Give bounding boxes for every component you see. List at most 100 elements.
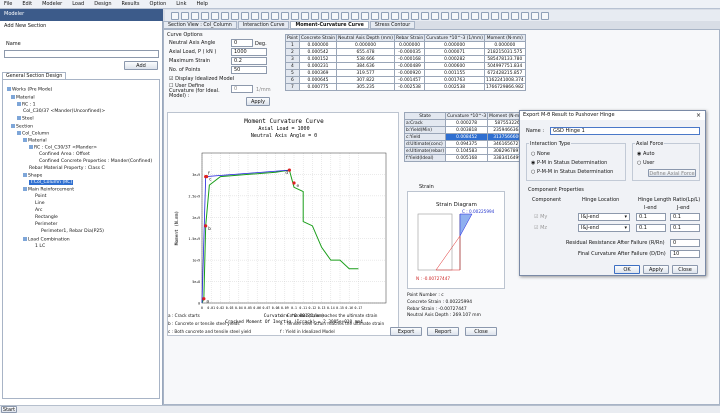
tree-item-selected[interactable]: T:Col_Column (RC) xyxy=(29,180,74,185)
tree-item[interactable]: Point xyxy=(35,194,46,199)
tree-item[interactable]: Col_C30/37 <Mander(Unconfined)> xyxy=(23,109,105,114)
toolbar-icon[interactable] xyxy=(501,11,509,20)
final-curvature-input[interactable]: 10 xyxy=(670,250,700,258)
menu-help[interactable]: Help xyxy=(196,1,207,7)
toolbar-icon[interactable] xyxy=(351,11,359,20)
toolbar-icon[interactable] xyxy=(361,11,369,20)
mz-hinge-select[interactable]: I&J-end ▾ xyxy=(578,224,630,232)
my-j-ratio[interactable]: 0.1 xyxy=(670,213,700,221)
points-row[interactable]: 3 0.000152 538.666 -0.000168 0.000282 5854781… xyxy=(285,55,526,63)
toolbar-icon[interactable] xyxy=(261,11,269,20)
user-define-input[interactable]: 0 xyxy=(231,85,253,93)
toolbar-icon[interactable] xyxy=(441,11,449,20)
toolbar-icon[interactable] xyxy=(431,11,439,20)
toolbar-icon[interactable] xyxy=(191,11,199,20)
my-hinge-select[interactable]: I&J-end ▾ xyxy=(578,213,630,221)
tree-item[interactable]: Rebar Material Property : Class C xyxy=(29,166,105,171)
toolbar-icon[interactable] xyxy=(211,11,219,20)
toolbar-icon[interactable] xyxy=(311,11,319,20)
toolbar-icon[interactable] xyxy=(331,11,339,20)
toolbar-icon[interactable] xyxy=(411,11,419,20)
axial-load-input[interactable]: 1000 xyxy=(231,48,267,56)
close-icon[interactable]: × xyxy=(696,112,701,119)
mz-checkbox[interactable]: ☑ Mz xyxy=(534,225,547,231)
tree-item[interactable]: Material xyxy=(11,95,35,101)
display-ideal-checkbox[interactable]: ☑ Display Idealized Model xyxy=(169,76,234,82)
menu-results[interactable]: Results xyxy=(121,1,139,7)
toolbar-icon[interactable] xyxy=(271,11,279,20)
toolbar-icon[interactable] xyxy=(531,11,539,20)
radio-pm[interactable]: ◉ P-M in Status Determination xyxy=(531,160,607,166)
state-row[interactable]: b:Yield(Min) 0.003818 2359466364 xyxy=(403,126,528,134)
tree-item[interactable]: Material xyxy=(23,138,47,144)
tree-item[interactable]: Arc xyxy=(35,208,42,213)
tree-item[interactable]: Perimeter1, Rebar Dia(P25) xyxy=(41,229,104,234)
toolbar-icon[interactable] xyxy=(481,11,489,20)
toolbar-icon[interactable] xyxy=(491,11,499,20)
my-checkbox[interactable]: ☑ My xyxy=(534,214,547,220)
toolbar-icon[interactable] xyxy=(321,11,329,20)
tree-item[interactable]: Confined Area : Offset xyxy=(39,152,90,157)
tree-item[interactable]: RC : Col_C30/37 <Mander> xyxy=(29,145,97,151)
toolbar-icon[interactable] xyxy=(341,11,349,20)
toolbar-icon[interactable] xyxy=(391,11,399,20)
toolbar-icon[interactable] xyxy=(291,11,299,20)
toolbar-icon[interactable] xyxy=(471,11,479,20)
start-button[interactable]: Start xyxy=(1,406,17,413)
menu-load[interactable]: Load xyxy=(72,1,84,7)
tree-item[interactable]: RC : 1 xyxy=(17,102,36,108)
state-row[interactable]: d:Ultimate(conc) 0.094375 3461656727 xyxy=(403,140,528,148)
state-row[interactable]: e:Ultimate(rebar) 0.104583 3082967891 xyxy=(403,147,528,155)
tree-item[interactable]: Main Reinforcement xyxy=(23,187,74,193)
state-row[interactable]: a:Crack 0.000278 587553226 xyxy=(403,119,528,127)
report-button[interactable]: Report xyxy=(427,327,459,336)
add-button[interactable]: Add xyxy=(124,61,158,70)
ok-button[interactable]: OK xyxy=(614,265,640,274)
toolbar-icon[interactable] xyxy=(421,11,429,20)
toolbar-icon[interactable] xyxy=(461,11,469,20)
toolbar-icon[interactable] xyxy=(511,11,519,20)
toolbar-icon[interactable] xyxy=(181,11,189,20)
section-name-input[interactable] xyxy=(4,50,159,58)
radio-pmm[interactable]: ○ P-M-M in Status Determination xyxy=(531,169,613,175)
define-axial-button[interactable]: Define Axial Force xyxy=(648,169,696,177)
radio-none[interactable]: ○ None xyxy=(531,151,550,157)
state-row[interactable]: c:Yield 0.008452 3137566600 xyxy=(403,133,528,141)
tree-item[interactable]: Steel xyxy=(17,116,34,122)
points-row[interactable]: 1 0.000000 0.000000 0.000000 0.000000 0.00000… xyxy=(285,41,526,49)
toolbar-icon[interactable] xyxy=(281,11,289,20)
tree-item[interactable]: 1 LC xyxy=(35,244,45,249)
toolbar-icon[interactable] xyxy=(451,11,459,20)
tree-item[interactable]: Section xyxy=(11,124,33,130)
export-button[interactable]: Export xyxy=(390,327,422,336)
toolbar-icon[interactable] xyxy=(231,11,239,20)
toolbar-icon[interactable] xyxy=(251,11,259,20)
apply-button[interactable]: Apply xyxy=(246,97,270,106)
points-input[interactable]: 50 xyxy=(231,66,267,74)
radio-user[interactable]: ○ User xyxy=(637,160,654,166)
tree-item[interactable]: Load Combination xyxy=(23,237,70,243)
menu-edit[interactable]: Edit xyxy=(22,1,32,7)
toolbar-icon[interactable] xyxy=(401,11,409,20)
max-strain-input[interactable]: 0.2 xyxy=(231,57,267,65)
tree-item[interactable]: Col_Column xyxy=(17,131,49,137)
toolbar-icon[interactable] xyxy=(221,11,229,20)
menu-file[interactable]: File xyxy=(4,1,12,7)
toolbar-icon[interactable] xyxy=(381,11,389,20)
tab-section-view[interactable]: Section View : Col_Column xyxy=(163,21,237,29)
tree-item[interactable]: Rectangle xyxy=(35,215,58,220)
state-row[interactable]: f:Yield(Ideal) 0.005168 3383416499 xyxy=(403,154,528,162)
points-row[interactable]: 7 0.000775 305.235 -0.002538 0.002538 1766729… xyxy=(285,83,526,91)
points-row[interactable]: 4 0.000231 384.636 -0.000489 0.000600 5049977… xyxy=(285,62,526,70)
dialog-apply-button[interactable]: Apply xyxy=(643,265,669,274)
radio-auto[interactable]: ◉ Auto xyxy=(637,151,655,157)
user-define-checkbox[interactable]: ☐ User Define Curvature (for Ideal. Mode… xyxy=(169,84,227,99)
tree-item[interactable]: Confined Concrete Properties : Mander(Co… xyxy=(39,159,152,164)
tab-stress-contour[interactable]: Stress Contour xyxy=(369,21,416,29)
mz-i-ratio[interactable]: 0.1 xyxy=(636,224,666,232)
dialog-close-button[interactable]: Close xyxy=(672,265,698,274)
toolbar-icon[interactable] xyxy=(371,11,379,20)
toolbar-icon[interactable] xyxy=(241,11,249,20)
neutral-axis-input[interactable]: 0 xyxy=(231,39,253,47)
menu-option[interactable]: Option xyxy=(150,1,167,7)
